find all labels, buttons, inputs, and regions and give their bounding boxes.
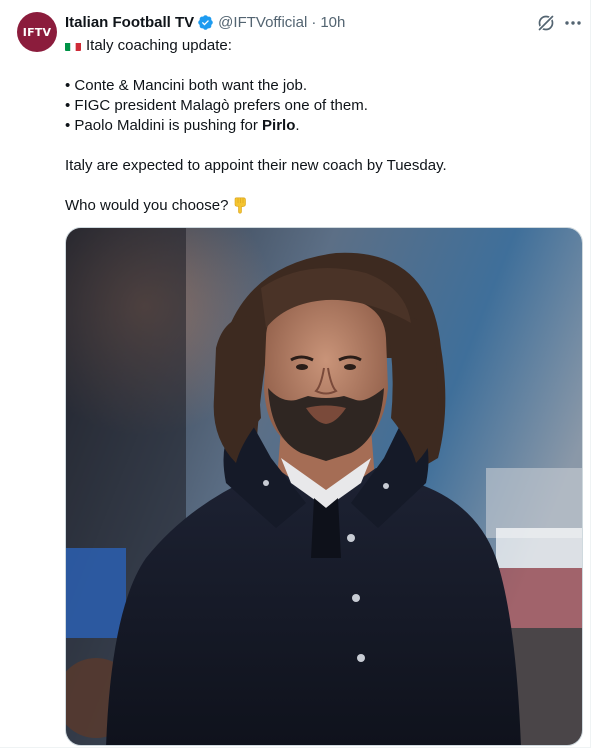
pointing-down-hand-icon (235, 197, 247, 214)
tweet-card[interactable]: IFTV Italian Football TV @IFTVofficial ·… (0, 0, 591, 748)
bullet-text: • Paolo Maldini is pushing for (65, 117, 263, 134)
tweet-paragraph: Italy are expected to appoint their new … (65, 157, 447, 174)
header-separator: · (311, 13, 317, 31)
italy-flag-icon (65, 40, 81, 51)
bullet-item: • FIGC president Malagò prefers one of t… (65, 97, 368, 114)
bullet-suffix: . (295, 117, 300, 134)
display-name[interactable]: Italian Football TV (65, 14, 194, 31)
bullet-item: • Paolo Maldini is pushing for Pirlo. (65, 116, 300, 136)
account-handle[interactable]: @IFTVofficial (218, 14, 307, 31)
avatar-text: IFTV (22, 25, 52, 39)
tweet-timestamp[interactable]: 10h (320, 14, 345, 31)
tweet-question-line: Who would you choose? (65, 196, 248, 216)
account-avatar[interactable]: IFTV (17, 12, 57, 52)
bullet-item: • Conte & Mancini both want the job. (65, 77, 308, 94)
bullet-bold-name: Pirlo (262, 117, 296, 134)
tweet-headline: Italy coaching update: (86, 37, 232, 54)
tweet-headline-line: Italy coaching update: (65, 36, 232, 56)
photo-illustration (66, 228, 582, 745)
grok-icon[interactable] (536, 13, 556, 33)
tweet-question: Who would you choose? (65, 197, 229, 214)
more-options-icon[interactable] (563, 13, 583, 33)
verified-badge-icon[interactable] (197, 14, 214, 31)
tweet-header: Italian Football TV @IFTVofficial · 10h (65, 12, 345, 32)
tweet-media-photo[interactable] (65, 227, 583, 746)
